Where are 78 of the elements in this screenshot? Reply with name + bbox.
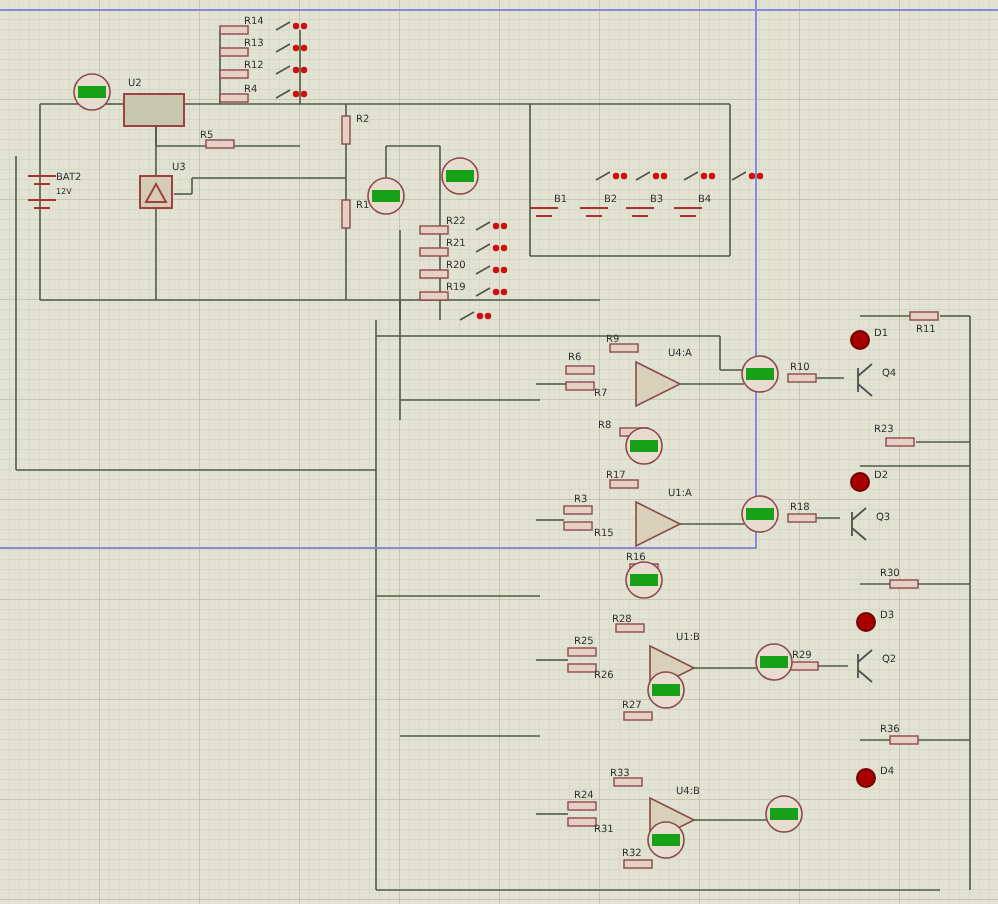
switch-drawing <box>275 43 308 53</box>
wire-line <box>689 819 771 821</box>
resistor-symbol <box>567 817 597 827</box>
voltage-reference-chip <box>139 175 173 209</box>
transistor-symbol <box>851 507 867 541</box>
resistor-symbol <box>567 647 597 657</box>
switch-drawing <box>475 221 508 231</box>
switch-drawing <box>731 171 764 181</box>
voltmeter-drawing <box>73 73 111 111</box>
wire-line <box>233 145 301 147</box>
wire-line <box>103 103 125 105</box>
resistor-symbol <box>615 623 645 633</box>
battery-symbol <box>625 207 655 217</box>
opamp-symbol <box>635 360 682 408</box>
resistor-symbol <box>787 513 817 523</box>
resistor-symbol <box>609 479 639 489</box>
switch-drawing <box>275 89 308 99</box>
wire-line <box>679 383 745 385</box>
resistor-symbol <box>565 365 595 375</box>
resistor-symbol <box>787 373 817 383</box>
voltmeter-drawing <box>755 643 793 681</box>
resistor-symbol <box>613 777 643 787</box>
switch-drawing <box>683 171 716 181</box>
resistor-symbol <box>219 25 249 35</box>
wire-line <box>535 383 567 385</box>
resistor-symbol <box>419 291 449 301</box>
switch-drawing <box>595 171 628 181</box>
resistor-symbol <box>567 801 597 811</box>
resistor-symbol <box>419 247 449 257</box>
voltmeter-drawing <box>647 671 685 709</box>
voltmeter-drawing <box>441 157 479 195</box>
wire-line <box>689 667 761 669</box>
resistor-symbol <box>219 93 249 103</box>
switch-drawing <box>459 311 492 321</box>
resistor-symbol <box>219 69 249 79</box>
battery-symbol <box>529 207 559 217</box>
wire-line <box>859 315 911 317</box>
resistor-symbol <box>341 115 351 145</box>
voltmeter-drawing <box>647 821 685 859</box>
opamp-symbol <box>635 500 682 548</box>
wire-line <box>679 523 745 525</box>
switch-drawing <box>475 265 508 275</box>
battery-symbol <box>27 175 57 209</box>
switch-drawing <box>635 171 668 181</box>
switch-drawing <box>275 65 308 75</box>
voltmeter-drawing <box>741 495 779 533</box>
battery-symbol <box>579 207 609 217</box>
resistor-symbol <box>909 311 939 321</box>
voltmeter-drawing <box>765 795 803 833</box>
resistor-symbol <box>609 343 639 353</box>
wire-line <box>535 659 569 661</box>
switch-drawing <box>475 287 508 297</box>
resistor-symbol <box>419 225 449 235</box>
resistor-symbol <box>623 711 653 721</box>
regulator-chip <box>123 93 185 127</box>
resistor-symbol <box>205 139 235 149</box>
resistor-symbol <box>567 663 597 673</box>
wire-line <box>535 813 569 815</box>
resistor-symbol <box>219 47 249 57</box>
transistor-symbol <box>857 363 873 397</box>
resistor-symbol <box>565 381 595 391</box>
wire-line <box>535 519 565 521</box>
resistor-symbol <box>563 521 593 531</box>
resistor-symbol <box>623 859 653 869</box>
resistor-symbol <box>563 505 593 515</box>
switch-drawing <box>275 21 308 31</box>
transistor-symbol <box>857 649 873 683</box>
voltmeter-drawing <box>367 177 405 215</box>
switch-drawing <box>475 243 508 253</box>
resistor-symbol <box>341 199 351 229</box>
resistor-symbol <box>889 579 919 589</box>
wire-line <box>399 735 541 737</box>
resistor-symbol <box>885 437 915 447</box>
voltmeter-drawing <box>741 355 779 393</box>
resistor-symbol <box>889 735 919 745</box>
resistor-symbol <box>789 661 819 671</box>
battery-symbol <box>673 207 703 217</box>
resistor-symbol <box>419 269 449 279</box>
